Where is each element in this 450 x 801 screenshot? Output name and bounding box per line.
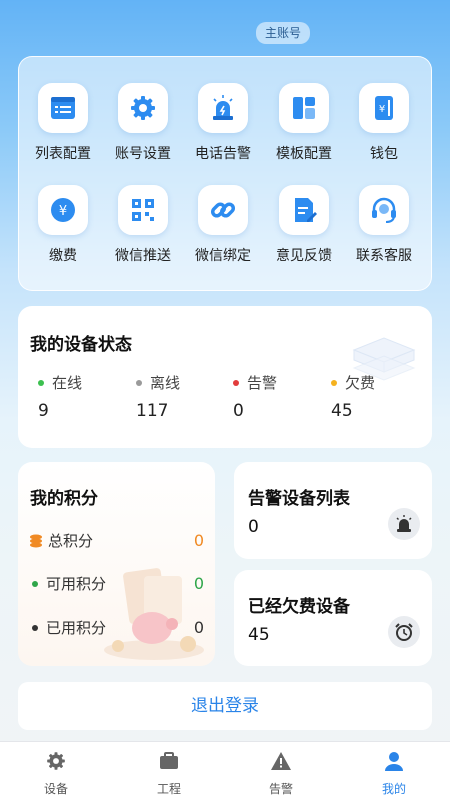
wallet-icon: ¥ xyxy=(359,83,409,133)
points-title: 我的积分 xyxy=(30,489,98,509)
points-row-total: 总积分 0 xyxy=(30,530,204,551)
device-status-title: 我的设备状态 xyxy=(30,335,132,355)
points-dot xyxy=(32,580,38,587)
logout-button[interactable]: 退出登录 xyxy=(18,682,432,730)
status-online: 在线 9 xyxy=(38,374,83,421)
status-alarm: 告警 0 xyxy=(233,374,278,421)
siren-icon xyxy=(198,83,248,133)
alarm-device-count: 0 xyxy=(248,517,259,537)
menu-item-wallet[interactable]: ¥ 钱包 xyxy=(343,83,425,163)
template-icon xyxy=(279,83,329,133)
status-dot xyxy=(233,379,239,386)
status-dot xyxy=(38,379,44,386)
overdue-devices-title: 已经欠费设备 xyxy=(248,597,350,617)
menu-item-account-settings[interactable]: 账号设置 xyxy=(102,83,184,163)
points-dot xyxy=(32,624,38,631)
menu-item-feedback[interactable]: 意见反馈 xyxy=(263,185,345,265)
svg-text:¥: ¥ xyxy=(59,204,67,219)
points-row-used: 已用积分 0 xyxy=(30,617,204,638)
tab-mine[interactable]: 我的 xyxy=(354,750,434,797)
gear-icon xyxy=(47,752,65,770)
feedback-doc-icon xyxy=(279,185,329,235)
menu-item-template-config[interactable]: 模板配置 xyxy=(263,83,345,163)
warning-icon xyxy=(271,752,291,770)
bottom-tab-bar: 设备 工程 告警 我的 xyxy=(0,741,450,801)
status-offline: 离线 117 xyxy=(136,374,181,421)
status-dot xyxy=(331,379,337,386)
status-overdue: 欠费 45 xyxy=(331,374,376,421)
link-icon xyxy=(198,185,248,235)
coin-stack-icon xyxy=(30,534,42,547)
menu-item-payment[interactable]: ¥ 缴费 xyxy=(22,185,104,265)
tab-alarms[interactable]: 告警 xyxy=(241,750,321,797)
overdue-devices-card[interactable]: 已经欠费设备 45 xyxy=(234,570,432,666)
menu-item-list-config[interactable]: 列表配置 xyxy=(22,83,104,163)
menu-item-wechat-bind[interactable]: 微信绑定 xyxy=(182,185,264,265)
menu-item-wechat-push[interactable]: 微信推送 xyxy=(102,185,184,265)
headset-icon xyxy=(359,185,409,235)
qr-code-icon xyxy=(118,185,168,235)
gear-icon xyxy=(118,83,168,133)
tab-projects[interactable]: 工程 xyxy=(129,750,209,797)
quick-menu-card: 列表配置 账号设置 电话告警 模板配置 ¥ 钱包 ¥ 缴费 微信推送 微信绑定 … xyxy=(18,56,432,291)
list-config-icon xyxy=(38,83,88,133)
overdue-device-count: 45 xyxy=(248,625,270,645)
account-tag: 主账号 xyxy=(256,22,311,44)
menu-item-phone-alarm[interactable]: 电话告警 xyxy=(182,83,264,163)
briefcase-icon xyxy=(160,752,178,769)
points-row-available: 可用积分 0 xyxy=(30,573,204,594)
menu-item-customer-service[interactable]: 联系客服 xyxy=(343,185,425,265)
points-card[interactable]: 我的积分 总积分 0 可用积分 0 已用积分 0 xyxy=(18,462,215,666)
alarm-device-list-card[interactable]: 告警设备列表 0 xyxy=(234,462,432,559)
alarm-clock-icon xyxy=(388,616,420,648)
yen-coin-icon: ¥ xyxy=(38,185,88,235)
alarm-bell-icon xyxy=(388,508,420,540)
status-dot xyxy=(136,379,142,386)
person-icon xyxy=(385,752,403,771)
device-status-card[interactable]: 我的设备状态 在线 9 离线 117 告警 0 欠费 45 xyxy=(18,306,432,448)
tab-devices[interactable]: 设备 xyxy=(16,750,96,797)
alarm-device-list-title: 告警设备列表 xyxy=(248,489,350,509)
svg-text:¥: ¥ xyxy=(379,104,385,115)
